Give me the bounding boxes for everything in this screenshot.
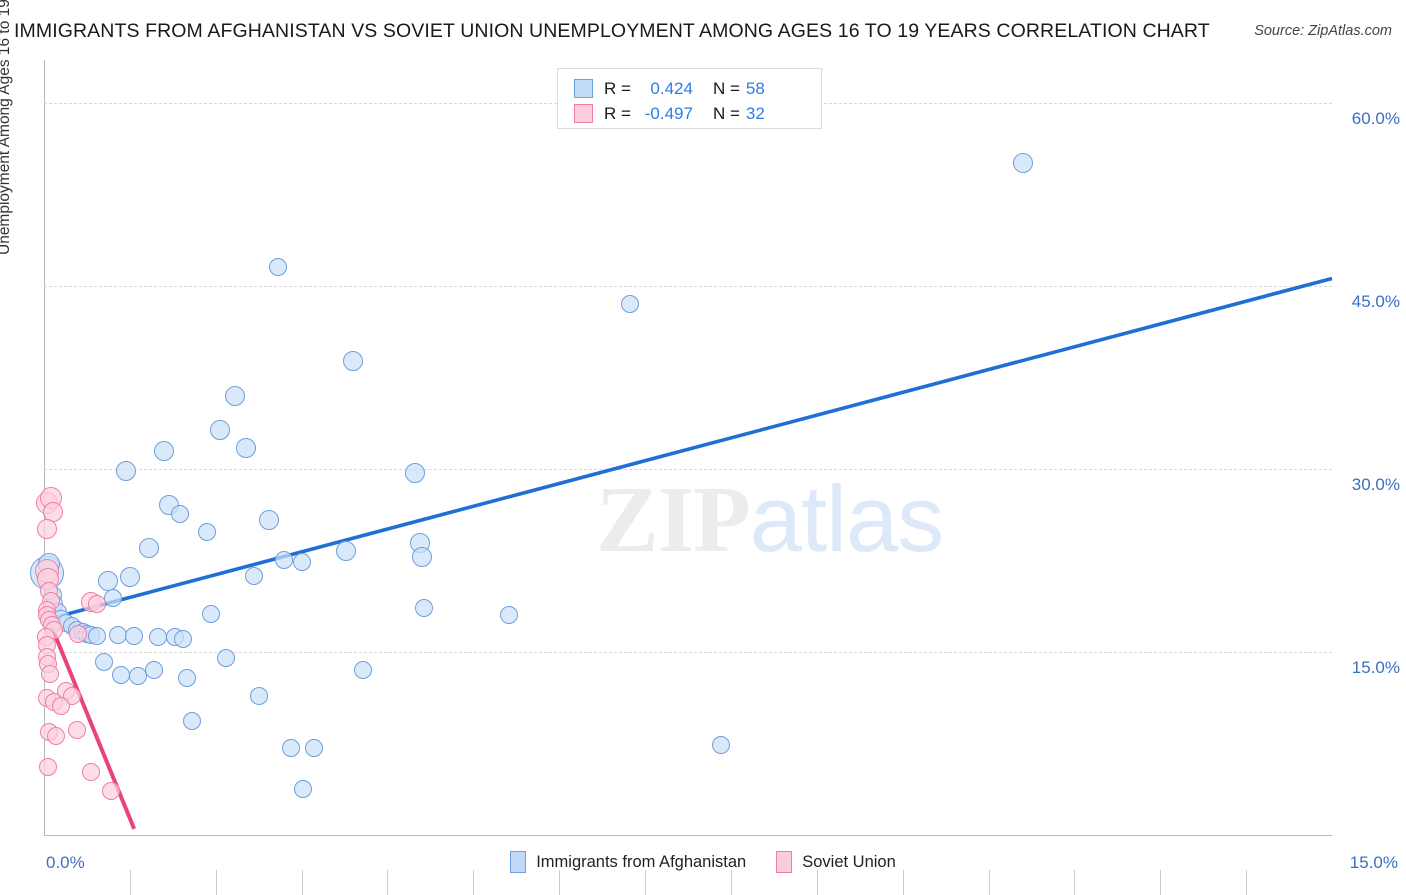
plot-area: ZIPatlas bbox=[30, 60, 1333, 895]
legend-swatch-soviet-union bbox=[574, 104, 593, 123]
r-value-pink: -0.497 bbox=[644, 103, 693, 123]
x-axis-tick bbox=[730, 870, 732, 895]
x-axis-tick bbox=[902, 870, 904, 895]
scatter-point bbox=[69, 624, 88, 643]
scatter-point bbox=[41, 664, 60, 683]
y-axis-label: 60.0% bbox=[1351, 108, 1400, 128]
scatter-point bbox=[138, 538, 159, 559]
x-axis-tick bbox=[1160, 870, 1162, 895]
scatter-point bbox=[115, 461, 136, 482]
legend-label-afghanistan: Immigrants from Afghanistan bbox=[536, 852, 747, 871]
x-axis-tick bbox=[1246, 870, 1248, 895]
scatter-point bbox=[95, 652, 114, 671]
scatter-point bbox=[67, 721, 86, 740]
scatter-point bbox=[411, 546, 432, 567]
y-axis-title: Unemployment Among Ages 16 to 19 years bbox=[0, 0, 13, 255]
x-axis-tick bbox=[387, 870, 389, 895]
y-axis-label: 45.0% bbox=[1351, 291, 1400, 311]
x-axis-tick bbox=[215, 870, 217, 895]
scatter-point bbox=[174, 629, 193, 648]
correlation-row-pink: R = -0.497 N = 32 bbox=[574, 101, 821, 126]
n-label-pink: N = bbox=[712, 103, 740, 123]
scatter-point bbox=[268, 258, 287, 277]
page-title: IMMIGRANTS FROM AFGHANISTAN VS SOVIET UN… bbox=[14, 20, 1210, 42]
x-axis-tick bbox=[129, 870, 131, 895]
chart-header: IMMIGRANTS FROM AFGHANISTAN VS SOVIET UN… bbox=[0, 0, 1406, 52]
scatter-point bbox=[37, 518, 58, 539]
scatter-point bbox=[97, 571, 118, 592]
r-label-pink: R = bbox=[604, 103, 631, 123]
scatter-point bbox=[103, 589, 122, 608]
r-label-blue: R = bbox=[604, 78, 631, 98]
legend-label-soviet-union: Soviet Union bbox=[802, 852, 896, 871]
scatter-point bbox=[1012, 152, 1033, 173]
r-value-blue: 0.424 bbox=[650, 78, 693, 98]
scatter-point bbox=[249, 686, 268, 705]
x-axis-line bbox=[44, 835, 1332, 836]
scatter-point bbox=[294, 779, 313, 798]
x-axis-tick bbox=[816, 870, 818, 895]
series-legend: Immigrants from Afghanistan Soviet Union bbox=[0, 851, 1406, 873]
scatter-point bbox=[235, 438, 256, 459]
legend-swatch-icon-afghanistan bbox=[510, 851, 527, 873]
x-axis-tick bbox=[988, 870, 990, 895]
x-axis-tick bbox=[301, 870, 303, 895]
scatter-point bbox=[292, 552, 311, 571]
legend-swatch-afghanistan bbox=[574, 79, 593, 98]
x-axis-tick bbox=[559, 870, 561, 895]
correlation-row-blue: R = 0.424 N = 58 bbox=[574, 76, 821, 101]
legend-swatch-icon-soviet-union bbox=[776, 851, 793, 873]
source-label: Source: ZipAtlas.com bbox=[1254, 23, 1392, 39]
x-axis-tick bbox=[645, 870, 647, 895]
scatter-point bbox=[711, 735, 730, 754]
legend-item-soviet-union[interactable]: Soviet Union bbox=[776, 851, 896, 873]
scatter-point bbox=[217, 649, 236, 668]
scatter-point bbox=[404, 462, 425, 483]
scatter-point bbox=[82, 762, 101, 781]
scatter-point bbox=[336, 540, 357, 561]
scatter-point bbox=[177, 668, 196, 687]
scatter-point bbox=[52, 696, 71, 715]
scatter-point bbox=[170, 505, 189, 524]
n-value-blue: 58 bbox=[745, 78, 765, 98]
scatter-point bbox=[224, 385, 245, 406]
y-axis-label: 30.0% bbox=[1351, 474, 1400, 494]
scatter-point bbox=[620, 295, 639, 314]
scatter-point bbox=[210, 419, 231, 440]
x-axis-tick bbox=[473, 870, 475, 895]
scatter-point bbox=[101, 782, 120, 801]
scatter-point bbox=[39, 757, 58, 776]
scatter-point bbox=[258, 510, 279, 531]
n-label-blue: N = bbox=[712, 78, 740, 98]
legend-item-afghanistan[interactable]: Immigrants from Afghanistan bbox=[510, 851, 746, 873]
n-value-pink: 32 bbox=[745, 103, 765, 123]
scatter-point bbox=[414, 598, 433, 617]
correlation-legend: R = 0.424 N = 58 R = -0.497 N = 32 bbox=[557, 68, 822, 129]
scatter-point bbox=[108, 625, 127, 644]
y-axis-label: 15.0% bbox=[1351, 657, 1400, 677]
scatter-point bbox=[154, 440, 175, 461]
x-axis-tick bbox=[1074, 870, 1076, 895]
